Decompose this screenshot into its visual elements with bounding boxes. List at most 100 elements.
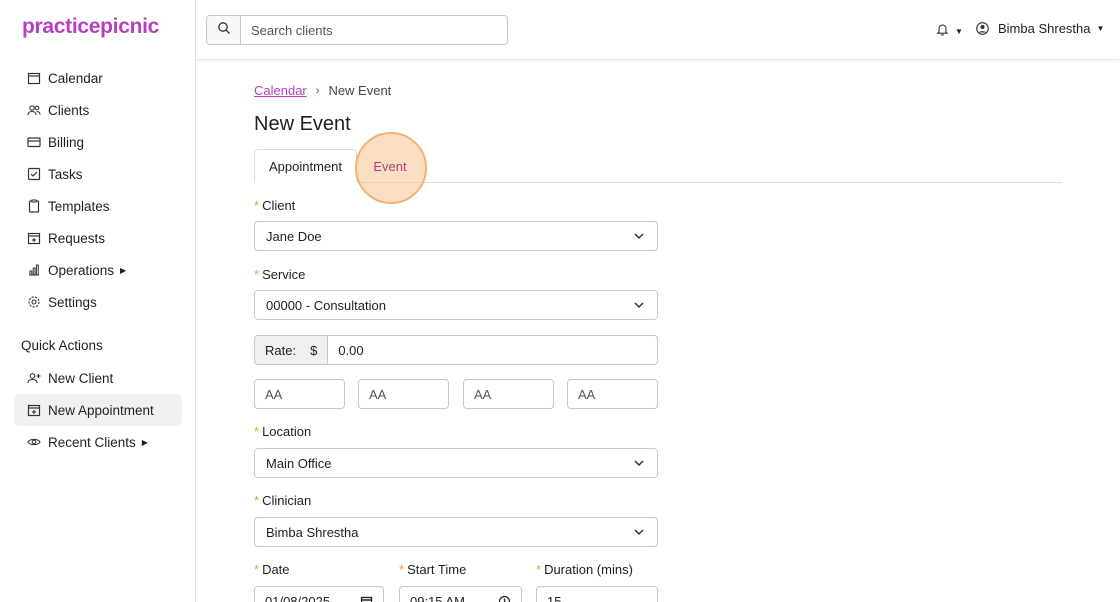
sidebar-item-label: Requests [48,230,106,246]
sidebar-item-label: Billing [48,134,85,150]
client-value: Jane Doe [266,228,322,244]
calendar-plus-icon [27,403,41,417]
sidebar-item-billing[interactable]: Billing [14,126,182,158]
location-value: Main Office [266,455,332,471]
search-icon [217,21,231,40]
sidebar-item-operations[interactable]: Operations ▶ [14,254,182,286]
checkbox-icon [27,167,41,181]
bell-icon [936,22,949,41]
rate-field: Rate: $ 0.00 [254,335,658,365]
start-time-value: 09:15 AM [410,593,465,602]
rate-label: Rate: [265,342,297,358]
calendar-icon[interactable] [360,595,373,602]
currency-symbol: $ [310,342,318,358]
sidebar-item-templates[interactable]: Templates [14,190,182,222]
chevron-right-icon: › [315,84,320,97]
calendar-icon [27,71,41,85]
sidebar-item-tasks[interactable]: Tasks [14,158,182,190]
required-marker: * [254,198,260,213]
service-label: * Service [254,267,306,282]
quick-action-label: Recent Clients [48,434,136,450]
caret-right-icon: ▶ [120,265,127,275]
required-marker: * [254,424,260,439]
client-select[interactable]: Jane Doe [254,221,658,251]
sidebar-item-clients[interactable]: Clients [14,94,182,126]
date-label: * Date [254,562,290,577]
sidebar-item-requests[interactable]: Requests [14,222,182,254]
sidebar-item-label: Tasks [48,166,83,182]
clipboard-icon [27,199,41,213]
rate-input[interactable]: 0.00 [328,336,363,364]
caret-down-icon: ▼ [1096,24,1105,33]
caret-down-icon: ▼ [955,27,963,36]
quick-actions: New Client New Appointment Recent Client… [14,362,182,458]
date-value: 01/08/2025 [265,593,331,602]
logo[interactable]: practicepicnic [22,15,159,39]
user-name: Bimba Shrestha [998,21,1091,36]
chevron-down-icon [633,299,645,311]
credit-card-icon [27,135,41,149]
breadcrumb-current: New Event [328,83,392,98]
location-label: * Location [254,424,312,439]
required-marker: * [536,562,542,577]
required-marker: * [254,562,260,577]
sidebar-item-settings[interactable]: Settings [14,286,182,318]
users-icon [27,103,41,117]
required-marker: * [254,493,260,508]
rate-prefix: Rate: $ [255,336,329,364]
modifier-input-3[interactable]: AA [463,379,554,409]
breadcrumb-calendar-link[interactable]: Calendar [254,83,307,98]
service-value: 00000 - Consultation [266,297,386,313]
sidebar-item-label: Calendar [48,70,103,86]
service-select[interactable]: 00000 - Consultation [254,290,658,320]
gear-icon [27,295,41,309]
user-avatar-icon [976,22,989,35]
modifier-input-4[interactable]: AA [567,379,658,409]
search-bar [206,15,508,45]
required-marker: * [399,562,405,577]
client-label: * Client [254,198,296,213]
user-menu[interactable]: Bimba Shrestha ▼ [976,21,1104,36]
quick-action-recent-clients[interactable]: Recent Clients ▶ [14,426,182,458]
quick-actions-title: Quick Actions [21,338,103,353]
duration-input[interactable]: 15 [536,586,658,602]
duration-label: * Duration (mins) [536,562,633,577]
search-input[interactable] [241,16,507,44]
breadcrumb: Calendar › New Event [254,83,391,98]
quick-action-label: New Client [48,370,114,386]
user-plus-icon [27,371,41,385]
sidebar-item-label: Clients [48,102,90,118]
date-input[interactable]: 01/08/2025 [254,586,384,602]
modifier-input-1[interactable]: AA [254,379,345,409]
topbar: ▼ Bimba Shrestha ▼ [196,0,1120,60]
quick-action-label: New Appointment [48,402,154,418]
clinician-label: * Clinician [254,493,312,508]
chevron-down-icon [633,457,645,469]
modifier-input-2[interactable]: AA [358,379,449,409]
search-button[interactable] [207,16,241,44]
location-select[interactable]: Main Office [254,448,658,478]
page-title: New Event [254,113,351,135]
calendar-plus-icon [27,231,41,245]
start-time-label: * Start Time [399,562,467,577]
event-type-tabs-overlay: Event [254,149,1062,183]
eye-icon [27,435,41,449]
clinician-value: Bimba Shrestha [266,524,359,540]
required-marker: * [254,267,260,282]
quick-action-new-appointment[interactable]: New Appointment [14,394,182,426]
clinician-select[interactable]: Bimba Shrestha [254,517,658,547]
clock-icon[interactable] [498,595,511,602]
sidebar-nav: Calendar Clients Billing Tasks Templates… [14,62,182,318]
start-time-input[interactable]: 09:15 AM [399,586,522,602]
sidebar-item-label: Operations [48,262,115,278]
chevron-down-icon [633,526,645,538]
tab-event[interactable]: Event [357,149,423,183]
duration-value: 15 [547,593,562,602]
quick-action-new-client[interactable]: New Client [14,362,182,394]
sidebar-item-label: Templates [48,198,110,214]
chevron-down-icon [633,230,645,242]
notifications-button[interactable]: ▼ [936,22,963,41]
sidebar-item-calendar[interactable]: Calendar [14,62,182,94]
sidebar: practicepicnic Calendar Clients Billing … [0,0,196,602]
caret-right-icon: ▶ [141,437,148,447]
